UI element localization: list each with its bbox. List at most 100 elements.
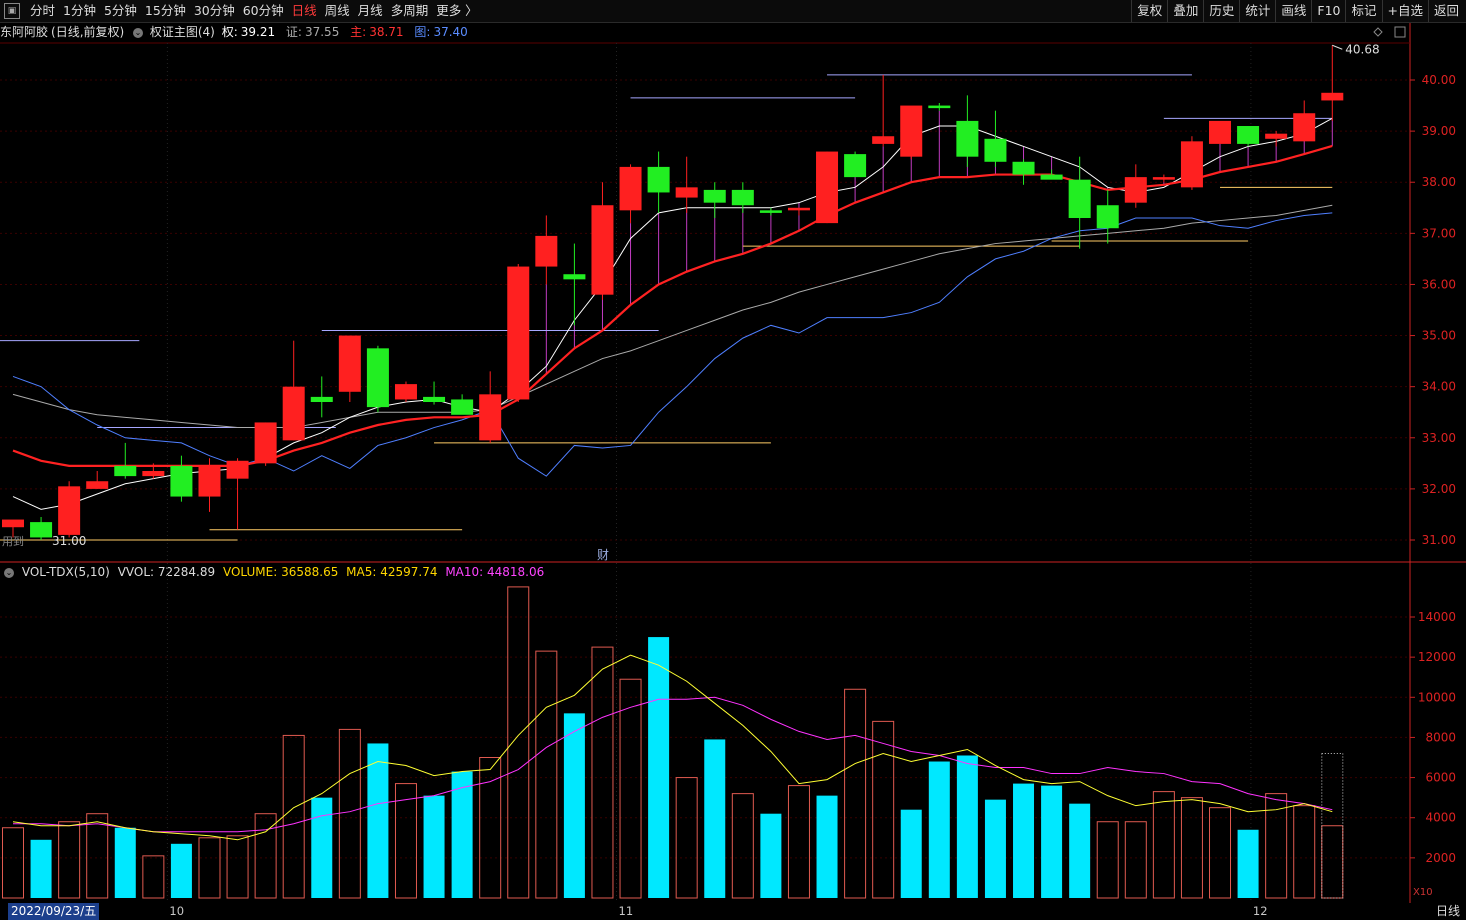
- vol-bar-40: [1124, 821, 1147, 899]
- vol-bar-28: [787, 785, 810, 899]
- price-tick-label-6: 37.00: [1422, 226, 1456, 240]
- vol-tick-label-3: 8000: [1425, 730, 1456, 744]
- high-label: 40.68: [1345, 42, 1379, 56]
- vol-bar-31: [872, 720, 895, 899]
- diamond-icon: [1373, 27, 1383, 37]
- price-tick-label-0: 31.00: [1422, 533, 1456, 547]
- vol-bar-30: [844, 688, 867, 899]
- candle-body-15: [423, 396, 446, 403]
- price-tick-label-9: 40.00: [1422, 73, 1456, 87]
- time-axis: 2022/09/23/五 10 11 12 日线: [0, 903, 1466, 920]
- candle-body-20: [563, 274, 586, 280]
- candle-body-37: [1040, 174, 1063, 180]
- vol-bar-6: [170, 843, 192, 898]
- vol-bar-4: [114, 827, 136, 898]
- cai-marker: 财: [597, 548, 609, 562]
- cursor-date: 2022/09/23/五: [8, 903, 100, 920]
- vol-tick-label-6: 14000: [1418, 610, 1456, 624]
- candle-body-11: [310, 396, 333, 403]
- vol-bar-8: [226, 835, 249, 899]
- vol-tick-label-2: 6000: [1425, 771, 1456, 785]
- price-tick-label-3: 34.00: [1422, 380, 1456, 394]
- vol-bar-23: [648, 637, 670, 898]
- vol-bar-44: [1237, 829, 1259, 898]
- tu-line: [12, 212, 1333, 477]
- candle-body-34: [956, 120, 979, 157]
- candle-body-29: [816, 151, 839, 224]
- vol-bar-7: [198, 837, 221, 899]
- vol-bar-22: [619, 678, 642, 899]
- vol-bar-24: [675, 777, 698, 899]
- candle-body-44: [1237, 126, 1260, 144]
- candle-body-40: [1124, 177, 1147, 203]
- vol-bar-38: [1069, 803, 1091, 898]
- candle-body-16: [451, 399, 474, 415]
- candle-body-13: [366, 348, 389, 408]
- vol-bar-21: [591, 646, 614, 899]
- candle-body-26: [731, 189, 754, 206]
- candle-body-0: [2, 519, 24, 528]
- vol-bar-33: [928, 761, 950, 898]
- vol-bar-37: [1041, 785, 1063, 898]
- vol-bar-35: [984, 799, 1006, 898]
- price-tick-label-7: 38.00: [1422, 175, 1456, 189]
- vol-bar-9: [254, 813, 277, 899]
- vol-bar-41: [1152, 791, 1175, 899]
- vol-bar-43: [1209, 807, 1232, 899]
- candle-body-21: [591, 205, 614, 295]
- vol-bar-5: [142, 855, 165, 899]
- candle-body-43: [1209, 120, 1232, 144]
- vol-bar-32: [900, 809, 922, 898]
- low-label: 31.00: [52, 534, 86, 548]
- candle-body-39: [1096, 205, 1119, 229]
- vol-bar-13: [367, 743, 389, 898]
- candle-body-42: [1180, 141, 1203, 188]
- price-tick-label-5: 36.00: [1422, 277, 1456, 291]
- kline-chart[interactable]: 31.00 32.00 33.00 34.00 35.00 36.00 37.00 38.00…: [0, 0, 1466, 903]
- candle-body-28: [787, 207, 810, 211]
- vol-bar-18: [507, 586, 530, 899]
- vol-bar-15: [423, 795, 445, 898]
- vol-tick-label-5: 12000: [1418, 650, 1456, 664]
- candle-body-45: [1265, 133, 1288, 139]
- candle-body-41: [1152, 177, 1175, 180]
- vol-tick-label-4: 10000: [1418, 690, 1456, 704]
- candle-body-17: [479, 394, 502, 441]
- candle-body-10: [282, 386, 305, 441]
- vol-bar-11: [311, 797, 333, 898]
- vol-tick-label-1: 4000: [1425, 811, 1456, 825]
- vol-bar-20: [563, 713, 585, 898]
- period-label[interactable]: 日线: [1436, 903, 1460, 920]
- candle-body-27: [759, 210, 782, 213]
- month-label-2: 12: [1252, 904, 1268, 918]
- candle-body-30: [844, 154, 867, 178]
- vol-bar-47: [1321, 825, 1344, 899]
- vol-bar-0: [2, 827, 24, 899]
- vol-bar-3: [86, 813, 109, 899]
- candle-body-33: [928, 105, 951, 109]
- high-pointer: [1332, 44, 1343, 50]
- left-label: 用到: [2, 535, 24, 548]
- candle-body-14: [394, 384, 417, 400]
- candle-body-38: [1068, 179, 1091, 219]
- month-label-0: 10: [169, 904, 185, 918]
- vol-bar-39: [1096, 821, 1119, 899]
- vol-ma10-line: [13, 696, 1333, 833]
- x10-label: X10: [1413, 887, 1433, 898]
- vol-bar-26: [731, 793, 754, 899]
- candle-body-8: [226, 460, 249, 479]
- candle-body-36: [1012, 161, 1035, 175]
- price-tick-label-8: 39.00: [1422, 124, 1456, 138]
- vol-bar-29: [816, 795, 838, 898]
- vol-bar-2: [58, 821, 81, 899]
- candle-body-5: [142, 471, 165, 477]
- vol-ma5-line: [12, 654, 1333, 841]
- candle-body-32: [900, 105, 923, 157]
- candle-body-1: [30, 522, 53, 538]
- zheng-line: [12, 204, 1333, 429]
- candle-body-3: [86, 481, 109, 489]
- candle-body-12: [338, 335, 361, 392]
- candle-body-7: [198, 465, 221, 497]
- vol-bar-25: [704, 739, 726, 898]
- vol-bar-27: [760, 813, 782, 898]
